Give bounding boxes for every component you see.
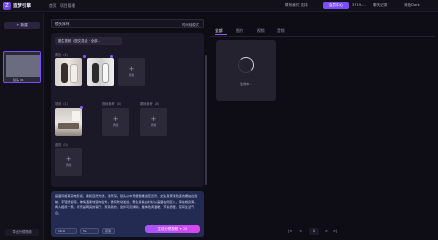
first-frame-label: 首帧参考（0）: [102, 102, 124, 106]
last-page-button[interactable]: >|: [333, 229, 337, 233]
characters-label: 角色（4）: [55, 53, 70, 57]
ratio-select[interactable]: 16:9: [55, 228, 77, 234]
plus-icon: +: [112, 115, 119, 123]
nav-project-manage[interactable]: 项目管理: [60, 3, 75, 9]
current-page[interactable]: 1: [309, 228, 319, 235]
new-button[interactable]: + 新建: [4, 22, 40, 29]
tab-videos[interactable]: 视频: [257, 28, 265, 34]
character-figure-1: [92, 63, 99, 83]
scene-window: [72, 111, 80, 121]
add-last-frame-slot[interactable]: + 添加: [140, 108, 167, 136]
loading-spinner-icon: [238, 57, 254, 73]
props-label: 道具（0）: [55, 143, 70, 147]
scene-card[interactable]: [55, 108, 82, 136]
user-id[interactable]: 3719....: [352, 3, 366, 7]
prev-page-button[interactable]: <: [299, 229, 302, 233]
history-link[interactable]: 聊天记录: [373, 3, 387, 8]
scene-label: 场景（1）: [55, 102, 70, 106]
tab-audio[interactable]: 音频: [277, 28, 285, 34]
add-label: 添加: [65, 163, 72, 167]
character-figure-2: [70, 64, 78, 83]
selected-dot-icon: [83, 55, 86, 58]
generating-card[interactable]: 生成中...: [216, 40, 276, 101]
plus-icon: +: [150, 115, 157, 123]
sidebar: + 新建 分镜列表: [0, 13, 44, 240]
generate-button[interactable]: 生成分镜视频 ✦ 20: [145, 225, 200, 233]
export-button[interactable]: 导出分镜视频: [5, 229, 39, 236]
thumbnail-image: [6, 55, 40, 77]
top-bar: Z 造梦引擎 首页 项目管理 联系我们 支持 会员中心 3719.... 聊天记…: [0, 0, 438, 12]
shot-thumbnail[interactable]: 镜头 01: [3, 51, 41, 83]
loading-text: 生成中...: [240, 82, 252, 86]
quality-select[interactable]: 高清: [102, 228, 115, 234]
scene-furniture: [58, 123, 79, 129]
last-frame-label: 尾帧参考（0）: [140, 102, 162, 106]
first-page-button[interactable]: |<: [288, 229, 292, 233]
add-label: 添加: [112, 123, 119, 127]
plus-icon: +: [65, 155, 72, 163]
tab-images[interactable]: 图片: [236, 28, 244, 34]
theme-toggle[interactable]: 深色Dark: [404, 3, 420, 8]
brand-name: 造梦引擎: [13, 4, 31, 9]
thumbnail-caption: 镜头 01: [13, 78, 24, 82]
selected-dot-icon: [110, 55, 113, 58]
dropdown-mode: 时间轴模式: [182, 23, 199, 27]
character-figure-1: [61, 63, 68, 83]
vip-button[interactable]: 会员中心: [323, 2, 349, 9]
add-first-frame-slot[interactable]: + 添加: [102, 108, 129, 136]
prompt-text[interactable]: 画面风格真实电影感，柔和自然光线，浅景深。镜头从中景缓慢推进至近景，女生身穿浅色…: [55, 194, 200, 216]
active-tab-indicator: [215, 34, 227, 35]
contact-link[interactable]: 联系我们 支持: [285, 3, 308, 8]
next-page-button[interactable]: >: [325, 229, 328, 233]
panel-scrollbar[interactable]: [205, 55, 207, 185]
selected-dot-icon: [80, 106, 83, 109]
nav-home[interactable]: 首页: [49, 3, 57, 9]
character-card[interactable]: [55, 58, 82, 86]
plus-icon: +: [128, 65, 135, 73]
add-label: 添加: [150, 123, 157, 127]
character-figure-2: [102, 63, 109, 83]
add-character-slot[interactable]: + 添加: [118, 58, 145, 86]
add-label: 添加: [128, 73, 135, 77]
mode-chip[interactable]: 图生视频（图文混合 · 全部...: [55, 37, 122, 45]
logo-icon: Z: [3, 2, 11, 10]
add-prop-slot[interactable]: + 添加: [55, 148, 82, 176]
tab-divider: [210, 36, 435, 37]
duration-select[interactable]: 5s: [80, 228, 99, 234]
sequence-dropdown[interactable]: 镜头序列 时间轴模式: [51, 19, 204, 28]
character-card[interactable]: [87, 58, 114, 86]
dropdown-value: 镜头序列: [55, 22, 70, 26]
